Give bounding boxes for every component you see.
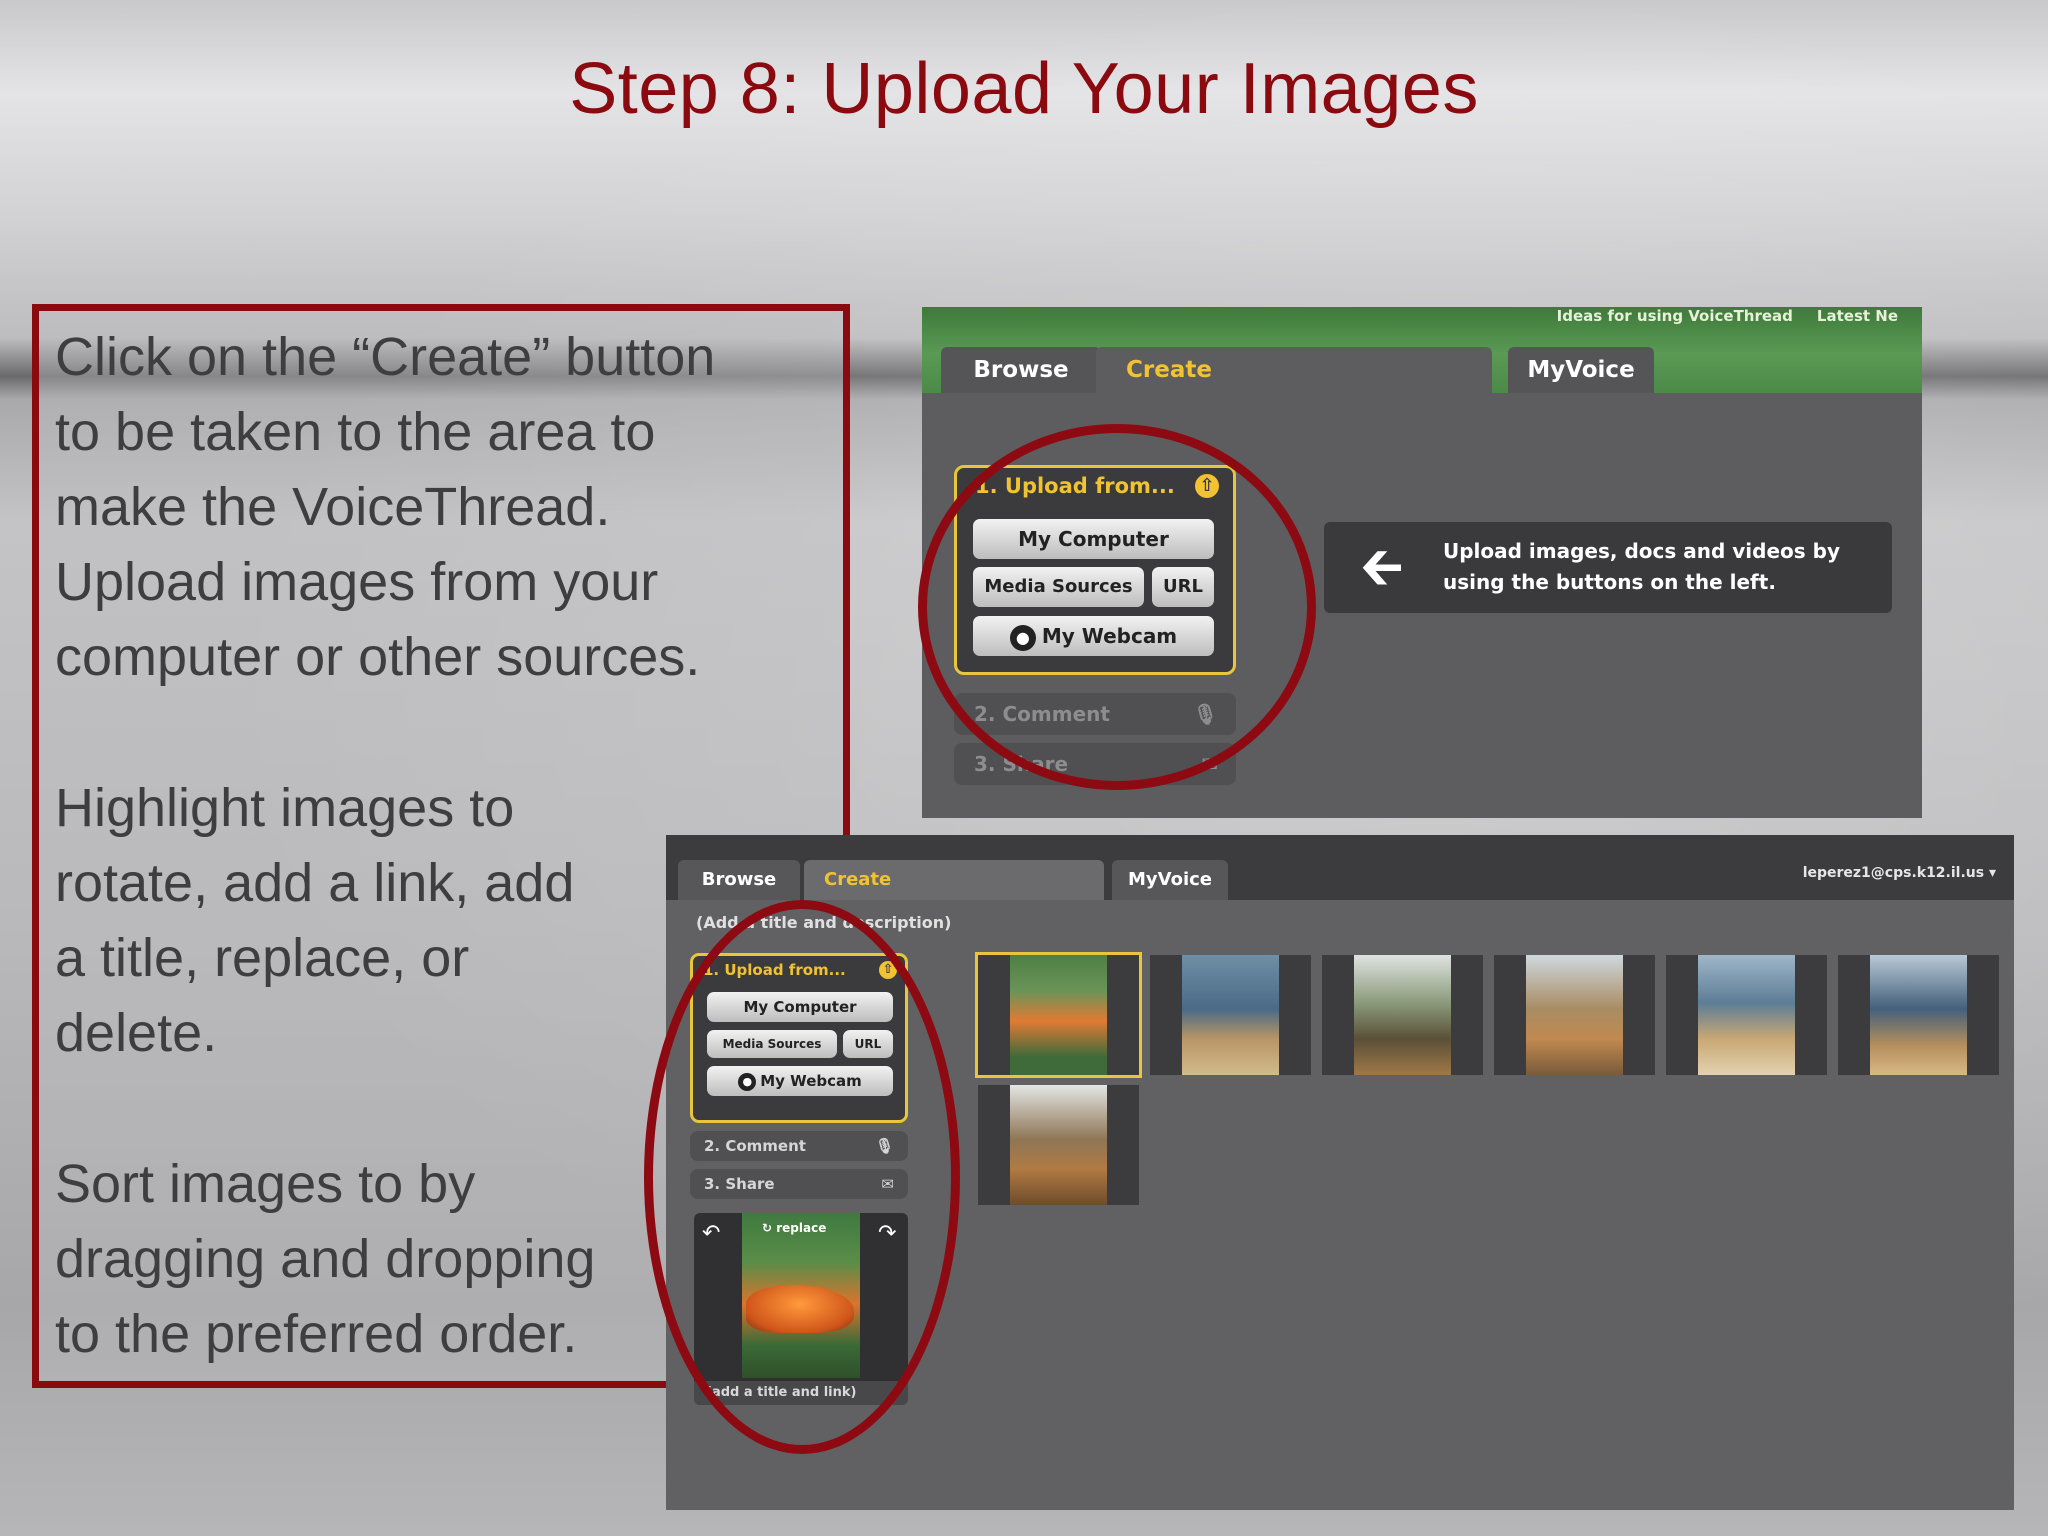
slide-title: Step 8: Upload Your Images	[569, 49, 1479, 129]
thumbnail-car[interactable]	[975, 952, 1142, 1078]
left-arrow-icon: 🡰	[1360, 535, 1404, 598]
instruction-paragraph-highlight: Highlight images to rotate, add a link, …	[55, 778, 575, 1063]
dropdown-caret-icon: ▾	[1988, 865, 1996, 881]
instruction-paragraph-sort: Sort images to by dragging and dropping …	[55, 1154, 596, 1364]
thumbnail-library-2[interactable]	[1322, 955, 1483, 1075]
thumbnail-image	[1182, 955, 1279, 1075]
header-links: Ideas for using VoiceThread Latest Ne	[1557, 307, 1922, 325]
header-link-ideas[interactable]: Ideas for using VoiceThread	[1557, 307, 1793, 325]
thumbnail-image	[1698, 955, 1795, 1075]
upload-hint-box: 🡰 Upload images, docs and videos by usin…	[1324, 522, 1892, 613]
thumbnail-image	[1010, 1085, 1107, 1205]
thumbnail-library-4[interactable]	[1666, 955, 1827, 1075]
thumbnail-image	[1870, 955, 1967, 1075]
thumbnail-library-5[interactable]	[1838, 955, 1999, 1075]
upload-hint-text: Upload images, docs and videos by using …	[1443, 539, 1840, 594]
highlight-circle-upload	[918, 424, 1316, 790]
tab-browse[interactable]: Browse	[678, 860, 800, 900]
user-email: leperez1@cps.k12.il.us	[1802, 865, 1985, 881]
thumbnail-image	[1526, 955, 1623, 1075]
thumbnail-image	[1354, 955, 1451, 1075]
highlight-circle-preview	[644, 900, 960, 1454]
thumbnail-image	[1010, 955, 1107, 1075]
thumbnail-library-6[interactable]	[978, 1085, 1139, 1205]
tab-myvoice[interactable]: MyVoice	[1112, 860, 1228, 900]
tab-myvoice[interactable]: MyVoice	[1508, 347, 1654, 393]
tab-create[interactable]: Create	[804, 860, 1104, 900]
thumbnail-library-1[interactable]	[1150, 955, 1311, 1075]
header-link-latest[interactable]: Latest Ne	[1817, 307, 1898, 325]
tab-browse[interactable]: Browse	[941, 347, 1101, 393]
thumbnail-library-3[interactable]	[1494, 955, 1655, 1075]
tab-create[interactable]: Create	[1096, 347, 1492, 393]
instruction-paragraph-create: Click on the “Create” button to be taken…	[55, 327, 716, 687]
user-menu[interactable]: leperez1@cps.k12.il.us ▾	[1803, 865, 1996, 881]
